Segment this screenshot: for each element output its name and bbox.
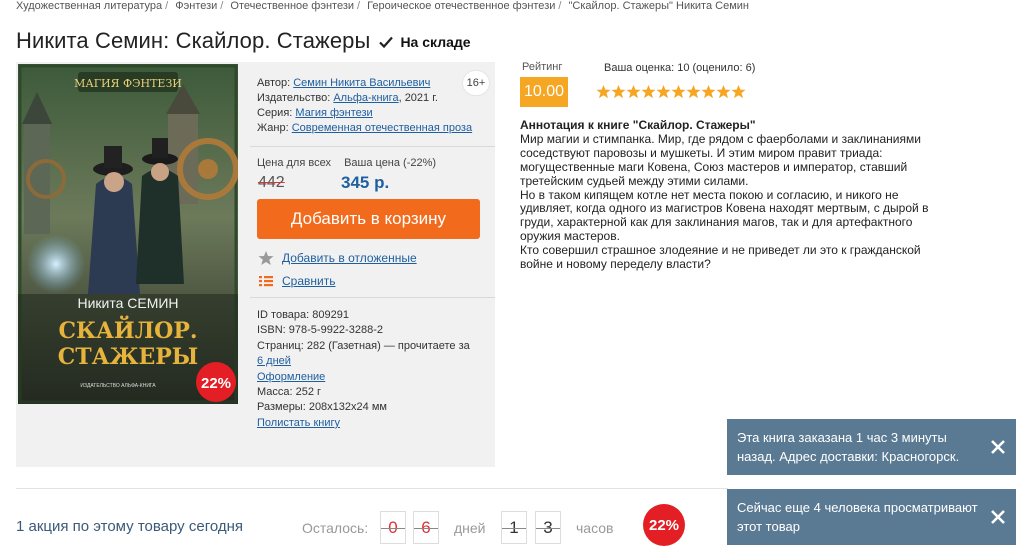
cover-title-line1: СКАЙЛОР. [58, 315, 197, 344]
book-cover-image: МАГИЯ ФЭНТЕЗИ Никита СЕМИН СКАЙЛОР. СТАЖ… [18, 64, 238, 404]
check-icon [379, 36, 394, 49]
divider [250, 146, 495, 147]
rating-value: 10.00 [520, 77, 568, 107]
annotation: Аннотация к книге "Скайлор. Стажеры" Мир… [520, 118, 950, 272]
rating-star-icon[interactable] [701, 84, 716, 99]
compare-list-icon [259, 276, 273, 287]
old-price: 442 [258, 174, 285, 191]
toast-text: Эта книга заказана 1 час 3 минуты назад.… [737, 430, 960, 464]
toast-order-notice: Эта книга заказана 1 час 3 минуты назад.… [727, 419, 1016, 475]
author-row: Автор: Семин Никита Васильевич [257, 76, 487, 91]
author-link[interactable]: Семин Никита Васильевич [293, 77, 430, 89]
breadcrumb-item[interactable]: Художественная литература [16, 0, 162, 12]
toast-text: Сейчас еще 4 человека просматривают этот… [737, 500, 978, 534]
rating-label: Рейтинг [522, 61, 563, 73]
page-title: Никита Семин: Скайлор. Стажеры [16, 28, 371, 53]
author-label: Автор: [257, 77, 291, 89]
countdown-days-digit: 0 [380, 511, 406, 544]
genre-row: Жанр: Современная отечественная проза [257, 121, 487, 136]
cover-publisher: ИЗДАТЕЛЬСТВО АЛЬФА-КНИГА [80, 383, 156, 389]
cover-author: Никита СЕМИН [77, 295, 178, 311]
promo-divider [16, 488, 728, 489]
add-to-wishlist-label[interactable]: Добавить в отложенные [282, 251, 417, 265]
remaining-label: Осталось: [302, 520, 369, 536]
book-cover[interactable]: МАГИЯ ФЭНТЕЗИ Никита СЕМИН СКАЙЛОР. СТАЖ… [18, 64, 238, 404]
weight: Масса: 252 г [257, 386, 322, 399]
series-label: Серия: [257, 107, 293, 119]
breadcrumb: Художественная литература / Фэнтези / Отеч… [16, 0, 749, 12]
hours-label: часов [576, 520, 614, 536]
breadcrumb-item[interactable]: Отечественное фэнтези [230, 0, 354, 12]
rating-star-icon[interactable] [641, 84, 656, 99]
price-labels: Цена для всех Ваша цена (-22%) [257, 157, 436, 169]
add-to-cart-button[interactable]: Добавить в корзину [257, 199, 480, 239]
days-label: дней [454, 520, 486, 536]
publisher-row: Издательство: Альфа-книга, 2021 г. [257, 91, 487, 106]
toast-viewers-notice: Сейчас еще 4 человека просматривают этот… [727, 489, 1016, 545]
title-row: Никита Семин: Скайлор. Стажеры На складе [16, 28, 471, 54]
divider [250, 297, 495, 298]
promo-text[interactable]: 1 акция по этому товару сегодня [16, 518, 243, 535]
promo-discount-badge: 22% [643, 504, 685, 546]
isbn: ISBN: 978-5-9922-3288-2 [257, 324, 383, 337]
rating-star-icon[interactable] [656, 84, 671, 99]
add-to-wishlist[interactable]: Добавить в отложенные [258, 250, 417, 266]
breadcrumb-current: "Скайлор. Стажеры" Никита Семин [568, 0, 749, 12]
rating-star-icon[interactable] [716, 84, 731, 99]
breadcrumb-separator: / [357, 0, 361, 12]
annotation-heading: Аннотация к книге "Скайлор. Стажеры" [520, 118, 756, 132]
price-all-label: Цена для всех [257, 157, 331, 169]
countdown-hours-digit: 3 [535, 511, 561, 544]
publisher-link[interactable]: Альфа-книга [333, 92, 398, 104]
price-your-label: Ваша цена (-22%) [344, 157, 437, 169]
countdown-hours-digit: 1 [501, 511, 527, 544]
breadcrumb-separator: / [165, 0, 169, 12]
product-details: Автор: Семин Никита Васильевич Издательс… [257, 76, 487, 136]
rating-stars[interactable] [596, 84, 746, 99]
genre-label: Жанр: [257, 122, 289, 134]
dimensions: Размеры: 208x132x24 мм [257, 401, 387, 414]
pages: Страниц: 282 (Газетная) — прочитаете за [257, 339, 470, 352]
rating-star-icon[interactable] [671, 84, 686, 99]
read-time-link[interactable]: 6 дней [257, 355, 291, 367]
countdown-days-digit: 6 [413, 511, 439, 544]
publish-year: , 2021 г. [398, 92, 438, 104]
browse-book-link[interactable]: Полистать книгу [257, 417, 340, 429]
genre-link[interactable]: Современная отечественная проза [292, 122, 472, 134]
annotation-paragraph: Кто совершил страшное злодеяние и не при… [520, 243, 921, 272]
stock-label: На складе [400, 34, 471, 50]
rating-star-icon[interactable] [611, 84, 626, 99]
rating-star-icon[interactable] [686, 84, 701, 99]
series-link[interactable]: Магия фэнтези [295, 107, 372, 119]
rating-star-icon[interactable] [596, 84, 611, 99]
cover-series-logo: МАГИЯ ФЭНТЕЗИ [74, 77, 182, 90]
rating-star-icon[interactable] [731, 84, 746, 99]
rating-star-icon[interactable] [626, 84, 641, 99]
breadcrumb-separator: / [558, 0, 562, 12]
new-price: 345 р. [341, 173, 390, 192]
cover-discount-badge: 22% [201, 375, 231, 392]
stock-status: На складе [378, 34, 471, 50]
close-icon[interactable] [989, 508, 1007, 526]
design-link[interactable]: Оформление [257, 371, 325, 383]
cover-title-line2: СТАЖЕРЫ [58, 344, 198, 370]
annotation-paragraph: Мир магии и стимпанка. Мир, где рядом с … [520, 131, 921, 188]
series-row: Серия: Магия фэнтези [257, 106, 487, 121]
annotation-paragraph: Но в таком кипящем котле нет места покою… [520, 187, 929, 244]
compare[interactable]: Сравнить [258, 273, 335, 289]
compare-label[interactable]: Сравнить [282, 274, 335, 288]
close-icon[interactable] [989, 438, 1007, 456]
breadcrumb-separator: / [220, 0, 224, 12]
star-icon [258, 251, 274, 265]
product-specs: ID товара: 809291 ISBN: 978-5-9922-3288-… [257, 308, 482, 431]
product-id: ID товара: 809291 [257, 309, 349, 321]
publisher-label: Издательство: [257, 92, 331, 104]
breadcrumb-item[interactable]: Героическое отечественное фэнтези [367, 0, 555, 12]
your-rating-text: Ваша оценка: 10 (оценило: 6) [604, 62, 756, 74]
breadcrumb-item[interactable]: Фэнтези [175, 0, 217, 12]
